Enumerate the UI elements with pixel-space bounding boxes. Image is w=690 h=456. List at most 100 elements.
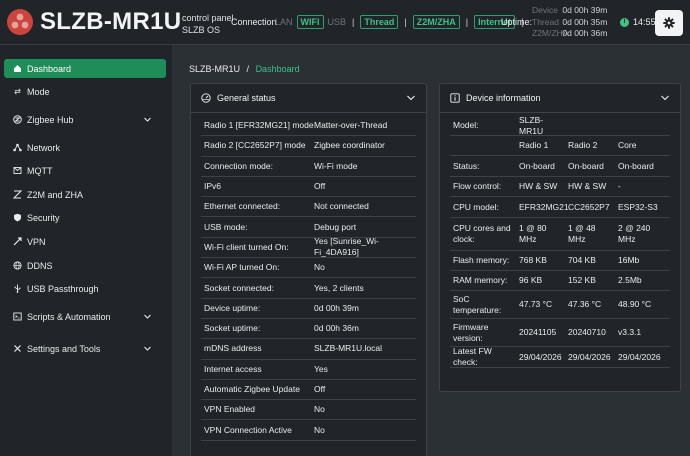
device-key: CPU cores and clock: bbox=[453, 223, 511, 244]
table-row: Internet access Yes bbox=[201, 360, 416, 380]
uptime-row: Device 0d 00h 39m bbox=[532, 5, 607, 17]
conn-usb: USB bbox=[327, 17, 347, 27]
device-value: On-board bbox=[519, 160, 555, 171]
device-value: SLZB-MR1U bbox=[519, 114, 544, 136]
device-key: Flow control: bbox=[453, 181, 502, 191]
sidebar-item-network[interactable]: Network bbox=[4, 138, 166, 157]
uptime-key: Z2M/ZHA bbox=[532, 28, 569, 38]
device-value: ESP32-S3 bbox=[618, 201, 658, 212]
conn-z2m-badge: Z2M/ZHA bbox=[412, 15, 460, 29]
device-info-header[interactable]: Device information bbox=[440, 84, 680, 113]
sidebar-item-dashboard[interactable]: Dashboard bbox=[4, 59, 166, 78]
sidebar-item-label: USB Passthrough bbox=[27, 283, 99, 294]
sidebar-item-usb-passthrough[interactable]: USB Passthrough bbox=[4, 279, 166, 298]
clock-time: 14:55 bbox=[633, 17, 656, 27]
sidebar-item-label: Dashboard bbox=[27, 63, 72, 74]
sidebar-item-z2m-and-zha[interactable]: Z2M and ZHA bbox=[4, 185, 166, 204]
info-icon bbox=[450, 93, 460, 103]
device-key: Status: bbox=[453, 160, 480, 171]
tools-icon bbox=[13, 344, 22, 353]
device-value: 1 @ 48 MHz bbox=[568, 223, 596, 244]
status-value: Yes, 2 clients bbox=[314, 282, 364, 293]
status-key: Device uptime: bbox=[204, 302, 261, 313]
sidebar-item-settings-tools[interactable]: Settings and Tools bbox=[4, 339, 166, 358]
sidebar-item-mode[interactable]: ⇄ Mode bbox=[4, 82, 166, 101]
status-value: 0d 00h 39m bbox=[314, 302, 359, 313]
home-icon bbox=[13, 64, 22, 73]
table-row: IPv6 Off bbox=[201, 177, 416, 198]
chevron-down-icon[interactable] bbox=[406, 93, 416, 103]
sidebar-item-label: Mode bbox=[27, 86, 50, 97]
gauge-icon bbox=[201, 93, 211, 103]
status-key: Connection mode: bbox=[204, 160, 273, 171]
swap-icon: ⇄ bbox=[14, 87, 21, 96]
uptime-key: Device bbox=[532, 5, 558, 15]
settings-button[interactable] bbox=[655, 10, 683, 36]
status-key: VPN Connection Active bbox=[204, 424, 292, 435]
status-key: IPv6 bbox=[204, 181, 222, 192]
device-value: 29/04/2026 bbox=[568, 351, 611, 362]
table-row: RAM memory: 96 KB 152 KB 2.5Mb bbox=[450, 271, 670, 291]
divider: | bbox=[465, 17, 469, 27]
clock: 14:55 bbox=[620, 17, 656, 27]
sidebar-item-ddns[interactable]: DDNS bbox=[4, 256, 166, 275]
device-value: 20240710 bbox=[568, 327, 606, 337]
status-value: No bbox=[314, 424, 325, 435]
device-value: Core bbox=[618, 140, 637, 150]
gear-icon bbox=[663, 17, 675, 29]
table-row: Ethernet connected: Not connected bbox=[201, 197, 416, 218]
sidebar-item-mqtt[interactable]: MQTT bbox=[4, 161, 166, 180]
sidebar-item-zigbee-hub[interactable]: Zigbee Hub bbox=[4, 110, 166, 129]
status-key: Radio 1 [EFR32MG21] mode bbox=[204, 120, 314, 131]
table-row: Socket connected: Yes, 2 clients bbox=[201, 278, 416, 299]
table-row: Latest FW check: 29/04/2026 29/04/2026 29/0… bbox=[450, 346, 670, 368]
chevron-down-icon[interactable] bbox=[660, 93, 670, 103]
table-row: Device uptime: 0d 00h 39m bbox=[201, 299, 416, 319]
table-row: Flash memory: 768 KB 704 KB 16Mb bbox=[450, 251, 670, 271]
table-row: SoC temperature: 47.73 °C 47.36 °C 48.90 °C bbox=[450, 291, 670, 319]
general-status-header[interactable]: General status bbox=[191, 84, 426, 113]
status-value: No bbox=[314, 262, 325, 273]
z2m-icon bbox=[13, 190, 22, 199]
sidebar-item-label: MQTT bbox=[27, 165, 53, 176]
uptime-key: Thread bbox=[532, 16, 559, 27]
breadcrumb-root[interactable]: SLZB-MR1U bbox=[189, 64, 240, 74]
device-value: 47.36 °C bbox=[568, 299, 602, 309]
status-key: Socket uptime: bbox=[204, 323, 261, 334]
table-row: VPN Enabled No bbox=[201, 400, 416, 421]
mqtt-icon bbox=[13, 166, 22, 175]
device-value: EFR32MG21 bbox=[519, 201, 569, 212]
sidebar-item-label: Z2M and ZHA bbox=[27, 189, 84, 200]
shield-icon bbox=[13, 213, 22, 222]
status-value: SLZB-MR1U.local bbox=[314, 343, 383, 354]
sidebar-item-scripts-automation[interactable]: Scripts & Automation bbox=[4, 307, 166, 326]
status-value: Not connected bbox=[314, 201, 369, 212]
breadcrumb-separator: / bbox=[246, 64, 250, 74]
uptime-label: Uptime: bbox=[501, 17, 533, 27]
device-value: On-board bbox=[618, 160, 654, 171]
ddns-icon bbox=[13, 261, 22, 270]
brand-title: SLZB-MR1U bbox=[40, 8, 182, 35]
table-row: USB mode: Debug port bbox=[201, 218, 416, 238]
table-row: Model: SLZB-MR1U bbox=[450, 114, 670, 136]
table-row: Socket uptime: 0d 00h 36m bbox=[201, 319, 416, 340]
status-value: Matter-over-Thread bbox=[314, 120, 388, 131]
general-status-title: General status bbox=[217, 93, 276, 103]
device-value: v3.3.1 bbox=[618, 327, 642, 337]
device-info-title: Device information bbox=[466, 93, 541, 103]
status-key: VPN Enabled bbox=[204, 404, 256, 415]
sidebar-item-label: Network bbox=[27, 142, 61, 153]
device-info-card: Device information Model: SLZB-MR1U Radio … bbox=[439, 83, 681, 392]
table-row: Flow control: HW & SW HW & SW - bbox=[450, 177, 670, 197]
status-key: Automatic Zigbee Update bbox=[204, 384, 300, 395]
status-value: Yes [Sunrise_Wi-Fi_4DA916] bbox=[314, 236, 379, 258]
sidebar-item-vpn[interactable]: VPN bbox=[4, 232, 166, 251]
status-value: Off bbox=[314, 384, 326, 395]
table-row: Wi-Fi client turned On: Yes [Sunrise_Wi-F… bbox=[201, 236, 416, 259]
device-value: 704 KB bbox=[568, 255, 596, 265]
sidebar-item-security[interactable]: Security bbox=[4, 208, 166, 227]
chevron-down-icon bbox=[144, 314, 151, 319]
device-value: HW & SW bbox=[568, 181, 607, 191]
device-value: On-board bbox=[568, 160, 604, 171]
device-value: CC2652P7 bbox=[568, 201, 610, 212]
